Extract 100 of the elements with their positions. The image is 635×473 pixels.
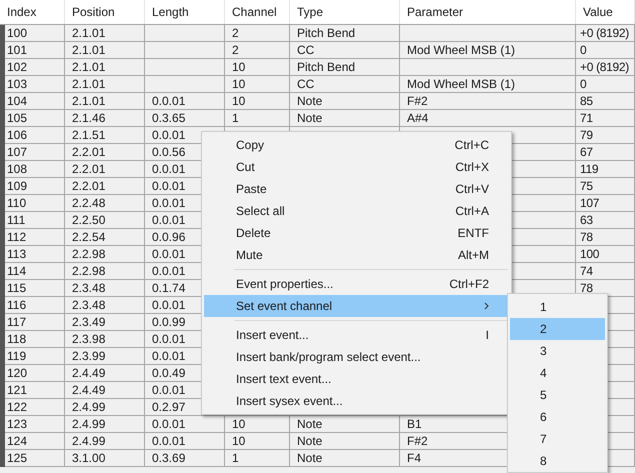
table-cell: 75 (580, 180, 593, 192)
table-cell: B1 (407, 418, 422, 430)
table-cell: 0.0.01 (152, 214, 186, 226)
table-cell: 111 (7, 214, 26, 226)
table-cell: 0.0.01 (152, 197, 186, 209)
table-cell: Pitch Bend (297, 61, 356, 73)
menu-item[interactable]: Insert bank/program select event... (204, 346, 509, 368)
table-cell: 123 (7, 418, 28, 430)
table-cell: 0.0.49 (152, 367, 186, 379)
table-cell: 103 (7, 78, 28, 90)
table-cell: Mod Wheel MSB (1) (407, 78, 516, 90)
table-cell: 108 (7, 163, 28, 175)
column-header[interactable]: Value (576, 0, 635, 24)
table-cell: 2.3.99 (72, 350, 106, 362)
table-cell: 2.1.51 (72, 129, 106, 141)
table-cell: 0.0.01 (152, 95, 186, 107)
table-cell: CC (297, 44, 314, 56)
table-cell: 0.2.97 (152, 401, 186, 413)
table-cell: 74 (580, 265, 593, 277)
table-cell: 2 (232, 27, 239, 39)
menu-item[interactable]: Insert text event... (204, 368, 509, 390)
table-cell: 105 (7, 112, 28, 124)
table-cell: 79 (580, 129, 593, 141)
table-cell: 120 (7, 367, 28, 379)
table-cell: CC (297, 78, 314, 90)
table-cell: 0.0.01 (152, 248, 186, 260)
table-cell: 2.4.99 (72, 401, 106, 413)
chevron-right-icon (484, 302, 489, 310)
table-cell: 109 (7, 180, 28, 192)
table-cell: 2.2.01 (72, 163, 106, 175)
menu-item[interactable]: Paste Ctrl+V (204, 178, 509, 200)
table-cell: F4 (407, 452, 422, 464)
table-cell: Note (297, 95, 322, 107)
table-cell: 0.0.01 (152, 180, 186, 192)
table-cell: 2.2.98 (72, 265, 106, 277)
table-cell: 2.1.01 (72, 78, 106, 90)
table-cell: 101 (7, 44, 28, 56)
table-cell: 117 (7, 316, 26, 328)
menu-item[interactable]: 2 (510, 318, 605, 340)
table-cell: 0.3.69 (152, 452, 186, 464)
menu-item[interactable]: 7 (510, 428, 605, 450)
table-cell: 0.0.01 (152, 129, 186, 141)
menu-item[interactable]: Event properties... Ctrl+F2 (204, 273, 509, 295)
table-cell: 63 (580, 214, 593, 226)
column-header[interactable]: Index (0, 0, 65, 24)
table-cell: 116 (7, 299, 26, 311)
menu-item[interactable]: Delete ENTF (204, 222, 509, 244)
menu-item[interactable]: 6 (510, 406, 605, 428)
table-cell: 2.1.46 (72, 112, 106, 124)
menu-item[interactable]: Copy Ctrl+C (204, 134, 509, 156)
menu-item[interactable]: 5 (510, 384, 605, 406)
table-cell: 115 (7, 282, 26, 294)
table-cell: A#4 (407, 112, 428, 124)
table-cell: 10 (232, 435, 246, 447)
table-cell: 107 (7, 146, 28, 158)
menu-item[interactable]: Set event channel (204, 295, 509, 317)
menu-item[interactable]: Select all Ctrl+A (204, 200, 509, 222)
table-cell: 2.1.01 (72, 44, 106, 56)
table-cell: 2.2.01 (72, 180, 106, 192)
table-cell: 119 (7, 350, 26, 362)
table-cell: +0 (8192) (580, 61, 630, 73)
table-cell: 100 (580, 248, 600, 260)
table-cell: 0.0.01 (152, 333, 186, 345)
table-cell: 106 (7, 129, 28, 141)
menu-item[interactable]: Insert event... I (204, 324, 509, 346)
table-cell: 0.0.01 (152, 384, 186, 396)
table-cell: 119 (580, 163, 598, 175)
table-cell: 2.2.50 (72, 214, 106, 226)
table-cell: 0.3.65 (152, 112, 186, 124)
table-cell: Note (297, 112, 322, 124)
table-cell: 2.4.99 (72, 435, 106, 447)
table-cell: 104 (7, 95, 28, 107)
table-cell: 2 (232, 44, 239, 56)
table-cell: 0 (580, 44, 586, 56)
table-cell: 2.3.98 (72, 333, 106, 345)
table-cell: 1 (232, 452, 239, 464)
table-cell: 2.3.48 (72, 282, 106, 294)
menu-item[interactable]: 1 (510, 296, 605, 318)
table-cell: 2.2.98 (72, 248, 106, 260)
menu-item[interactable]: Mute Alt+M (204, 244, 509, 266)
table-cell: 0.0.96 (152, 231, 186, 243)
column-header[interactable]: Length (145, 0, 225, 24)
table-cell: 10 (232, 61, 246, 73)
table-cell: Mod Wheel MSB (1) (407, 44, 516, 56)
column-header[interactable]: Position (65, 0, 145, 24)
menu-item[interactable]: 8 (510, 450, 605, 472)
menu-item[interactable]: 3 (510, 340, 605, 362)
table-cell: 112 (7, 231, 26, 243)
menu-item[interactable]: Cut Ctrl+X (204, 156, 509, 178)
table-cell: 102 (7, 61, 28, 73)
column-header[interactable]: Type (290, 0, 400, 24)
table-cell: 0.0.56 (152, 146, 186, 158)
column-header[interactable]: Channel (225, 0, 290, 24)
table-cell: 0.0.01 (152, 163, 186, 175)
table-cell: 1 (232, 112, 239, 124)
table-cell: 10 (232, 418, 246, 430)
menu-item[interactable]: Insert sysex event... (204, 390, 509, 412)
menu-item[interactable]: 4 (510, 362, 605, 384)
column-header[interactable]: Parameter (400, 0, 576, 24)
table-cell: 122 (7, 401, 28, 413)
